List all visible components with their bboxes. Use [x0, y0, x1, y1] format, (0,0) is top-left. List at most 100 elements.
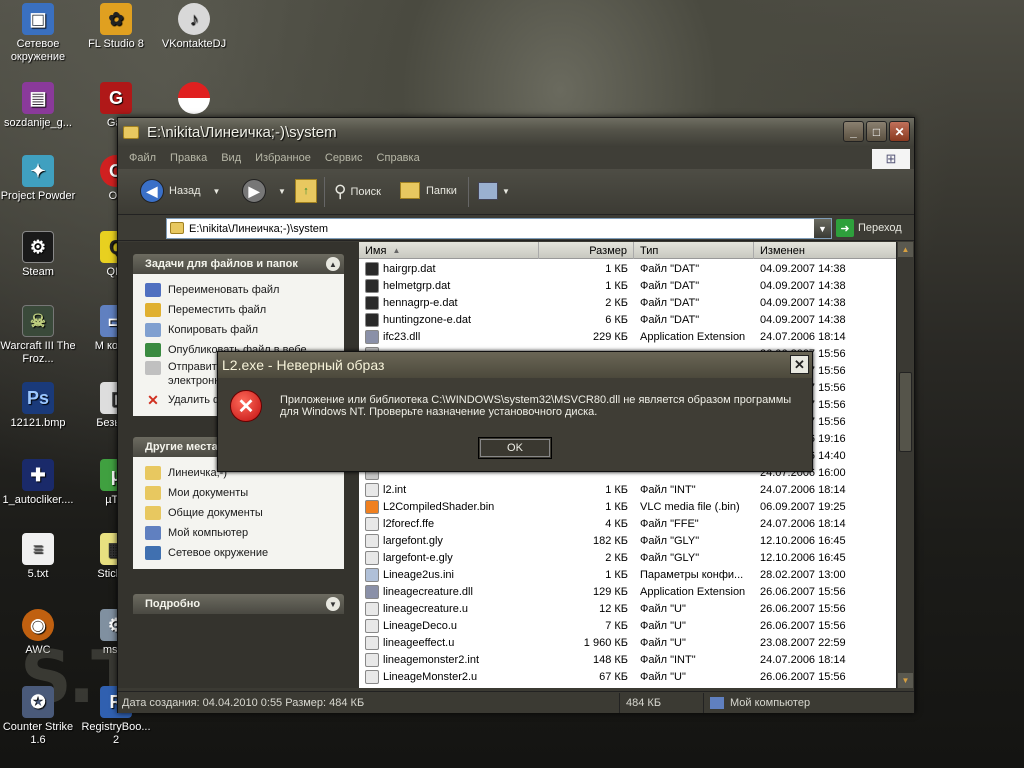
title-bar[interactable]: E:\nikita\Линеичка;-)\system _ □ ✕ — [118, 118, 914, 147]
file-row[interactable]: L2CompiledShader.bin 1 КБ VLC media file (… — [359, 498, 896, 515]
dat-file-icon — [365, 261, 379, 276]
close-button[interactable]: ✕ — [889, 121, 910, 142]
sort-ascending-icon: ▲ — [392, 246, 401, 255]
views-button[interactable]: ▼ — [478, 182, 510, 200]
chevron-down-icon[interactable]: ▼ — [278, 187, 286, 196]
back-button[interactable]: ◀ Назад ▼ — [140, 179, 220, 203]
desktop-icon-network[interactable]: ▣ Сетевое окружение — [0, 3, 76, 64]
details-panel-header[interactable]: Подробно ▼ — [133, 594, 344, 614]
column-name[interactable]: Имя ▲ — [359, 242, 539, 259]
file-row[interactable]: ifc23.dll 229 КБ Application Extension 24.0… — [359, 328, 896, 345]
dat-file-icon — [365, 312, 379, 327]
desktop-icon-fl-studio[interactable]: ✿ FL Studio 8 — [78, 3, 154, 51]
address-dropdown-button[interactable]: ▼ — [814, 219, 831, 238]
file-row[interactable]: lineagecreature.dll 129 КБ Application Ext… — [359, 583, 896, 600]
file-row[interactable]: hairgrp.dat 1 КБ Файл "DAT" 04.09.2007 14:3… — [359, 260, 896, 277]
vertical-scrollbar[interactable]: ▲ ▼ — [896, 242, 913, 688]
desktop-label: 5.txt — [27, 568, 49, 580]
desktop-icon-counter-strike[interactable]: ✪ Counter Strike 1.6 — [0, 686, 76, 747]
ok-button[interactable]: OK — [478, 437, 552, 459]
file-row[interactable]: lineageeffect.u 1 960 КБ Файл "U" 23.08.200… — [359, 634, 896, 651]
dat-file-icon — [365, 278, 379, 293]
file-row[interactable]: lineagecreature.u 12 КБ Файл "U" 26.06.2007… — [359, 600, 896, 617]
up-button[interactable]: ↑ — [295, 179, 317, 203]
column-type[interactable]: Тип — [634, 242, 754, 259]
desktop-icon-pokeball[interactable] — [156, 82, 232, 117]
place-network[interactable]: Сетевое окружение — [145, 543, 344, 563]
chevron-down-icon[interactable]: ▼ — [213, 187, 221, 196]
desktop-icon-project-powder[interactable]: ✦ Project Powder — [0, 155, 76, 203]
desktop-icon-12121[interactable]: Ps 12121.bmp — [0, 382, 76, 430]
folders-button[interactable]: Папки — [400, 182, 457, 199]
file-row[interactable]: helmetgrp.dat 1 КБ Файл "DAT" 04.09.2007 14… — [359, 277, 896, 294]
scroll-up-button[interactable]: ▲ — [898, 242, 913, 257]
task-copy[interactable]: Копировать файл — [145, 320, 344, 340]
file-row[interactable]: hennagrp-e.dat 2 КБ Файл "DAT" 04.09.2007 1… — [359, 294, 896, 311]
expand-icon[interactable]: ▼ — [326, 597, 340, 611]
rename-icon — [145, 283, 161, 297]
file-name: largefont-e.gly — [383, 551, 453, 564]
status-size: 484 КБ — [620, 692, 704, 713]
menu-file[interactable]: Файл — [129, 152, 156, 164]
minimize-button[interactable]: _ — [843, 121, 864, 142]
file-size: 7 КБ — [605, 619, 628, 632]
column-modified[interactable]: Изменен — [754, 242, 896, 259]
email-icon — [145, 361, 161, 375]
file-row[interactable]: l2.int 1 КБ Файл "INT" 24.07.2006 18:14 — [359, 481, 896, 498]
column-size[interactable]: Размер — [539, 242, 634, 259]
file-row[interactable]: LineageMonster2.u 67 КБ Файл "U" 26.06.2007… — [359, 668, 896, 685]
place-label: Мой компьютер — [168, 527, 249, 539]
forward-button[interactable]: ▶ ▼ — [242, 179, 286, 203]
desktop-icon-sozdanije[interactable]: ▤ sozdanije_g... — [0, 82, 76, 130]
collapse-icon[interactable]: ▲ — [326, 257, 340, 271]
dialog-title-bar[interactable]: L2.exe - Неверный образ ✕ — [218, 352, 812, 378]
menu-favorites[interactable]: Избранное — [255, 152, 311, 164]
other-places-title: Другие места — [145, 441, 218, 453]
file-modified: 24.07.2006 18:14 — [760, 653, 846, 666]
go-button[interactable]: ➜ Переход — [836, 218, 902, 238]
file-type: Файл "DAT" — [640, 279, 700, 292]
file-name: hennagrp-e.dat — [383, 296, 458, 309]
dialog-close-button[interactable]: ✕ — [790, 355, 809, 374]
file-row[interactable]: l2forecf.ffe 4 КБ Файл "FFE" 24.07.2006 18:… — [359, 515, 896, 532]
file-type: Файл "U" — [640, 670, 686, 683]
file-row[interactable]: LineageDeco.u 7 КБ Файл "U" 26.06.2007 15:5… — [359, 617, 896, 634]
file-name: l2.int — [383, 483, 407, 496]
file-size: 129 КБ — [592, 585, 628, 598]
maximize-button[interactable]: □ — [866, 121, 887, 142]
error-icon: ✕ — [230, 390, 262, 422]
file-row[interactable]: lineagemonster2.int 148 КБ Файл "INT" 24.07… — [359, 651, 896, 668]
place-my-documents[interactable]: Мои документы — [145, 483, 344, 503]
menu-tools[interactable]: Сервис — [325, 152, 363, 164]
address-input[interactable]: E:\nikita\Линеичка;-)\system ▼ — [166, 218, 832, 239]
file-type: Файл "DAT" — [640, 313, 700, 326]
file-row[interactable]: huntingzone-e.dat 6 КБ Файл "DAT" 04.09.200… — [359, 311, 896, 328]
folders-icon — [400, 182, 420, 199]
desktop-icon-5txt[interactable]: ≡ 5.txt — [0, 533, 76, 581]
search-button[interactable]: ⚲ Поиск — [334, 182, 381, 202]
scroll-thumb[interactable] — [899, 372, 912, 452]
file-row[interactable]: largefont-e.gly 2 КБ Файл "GLY" 12.10.2006 … — [359, 549, 896, 566]
file-row[interactable]: largefont.gly 182 КБ Файл "GLY" 12.10.2006 … — [359, 532, 896, 549]
desktop-icon-autoclicker[interactable]: ✚ 1_autocliker.... — [0, 459, 76, 507]
desktop-icon-vkontaktedj[interactable]: ♪ VKontakteDJ — [156, 3, 232, 51]
file-type: Файл "GLY" — [640, 551, 700, 564]
scroll-down-button[interactable]: ▼ — [898, 673, 913, 688]
tasks-panel-header[interactable]: Задачи для файлов и папок ▲ — [133, 254, 344, 274]
place-shared-documents[interactable]: Общие документы — [145, 503, 344, 523]
desktop-icon-steam[interactable]: ⚙ Steam — [0, 231, 76, 279]
task-rename[interactable]: Переименовать файл — [145, 280, 344, 300]
menu-edit[interactable]: Правка — [170, 152, 207, 164]
menu-help[interactable]: Справка — [377, 152, 420, 164]
menu-view[interactable]: Вид — [221, 152, 241, 164]
task-move[interactable]: Переместить файл — [145, 300, 344, 320]
file-name: ifc23.dll — [383, 330, 421, 343]
file-row[interactable]: Lineage2us.ini 1 КБ Параметры конфи... 28.0… — [359, 566, 896, 583]
place-my-computer[interactable]: Мой компьютер — [145, 523, 344, 543]
move-file-icon — [145, 303, 161, 317]
shared-documents-icon — [145, 506, 161, 520]
warcraft-icon: ☠ — [22, 305, 54, 337]
file-name-cell: helmetgrp.dat — [359, 278, 539, 293]
file-name-cell: lineagecreature.u — [359, 601, 539, 616]
desktop-icon-warcraft[interactable]: ☠ Warcraft III The Froz... — [0, 305, 76, 366]
